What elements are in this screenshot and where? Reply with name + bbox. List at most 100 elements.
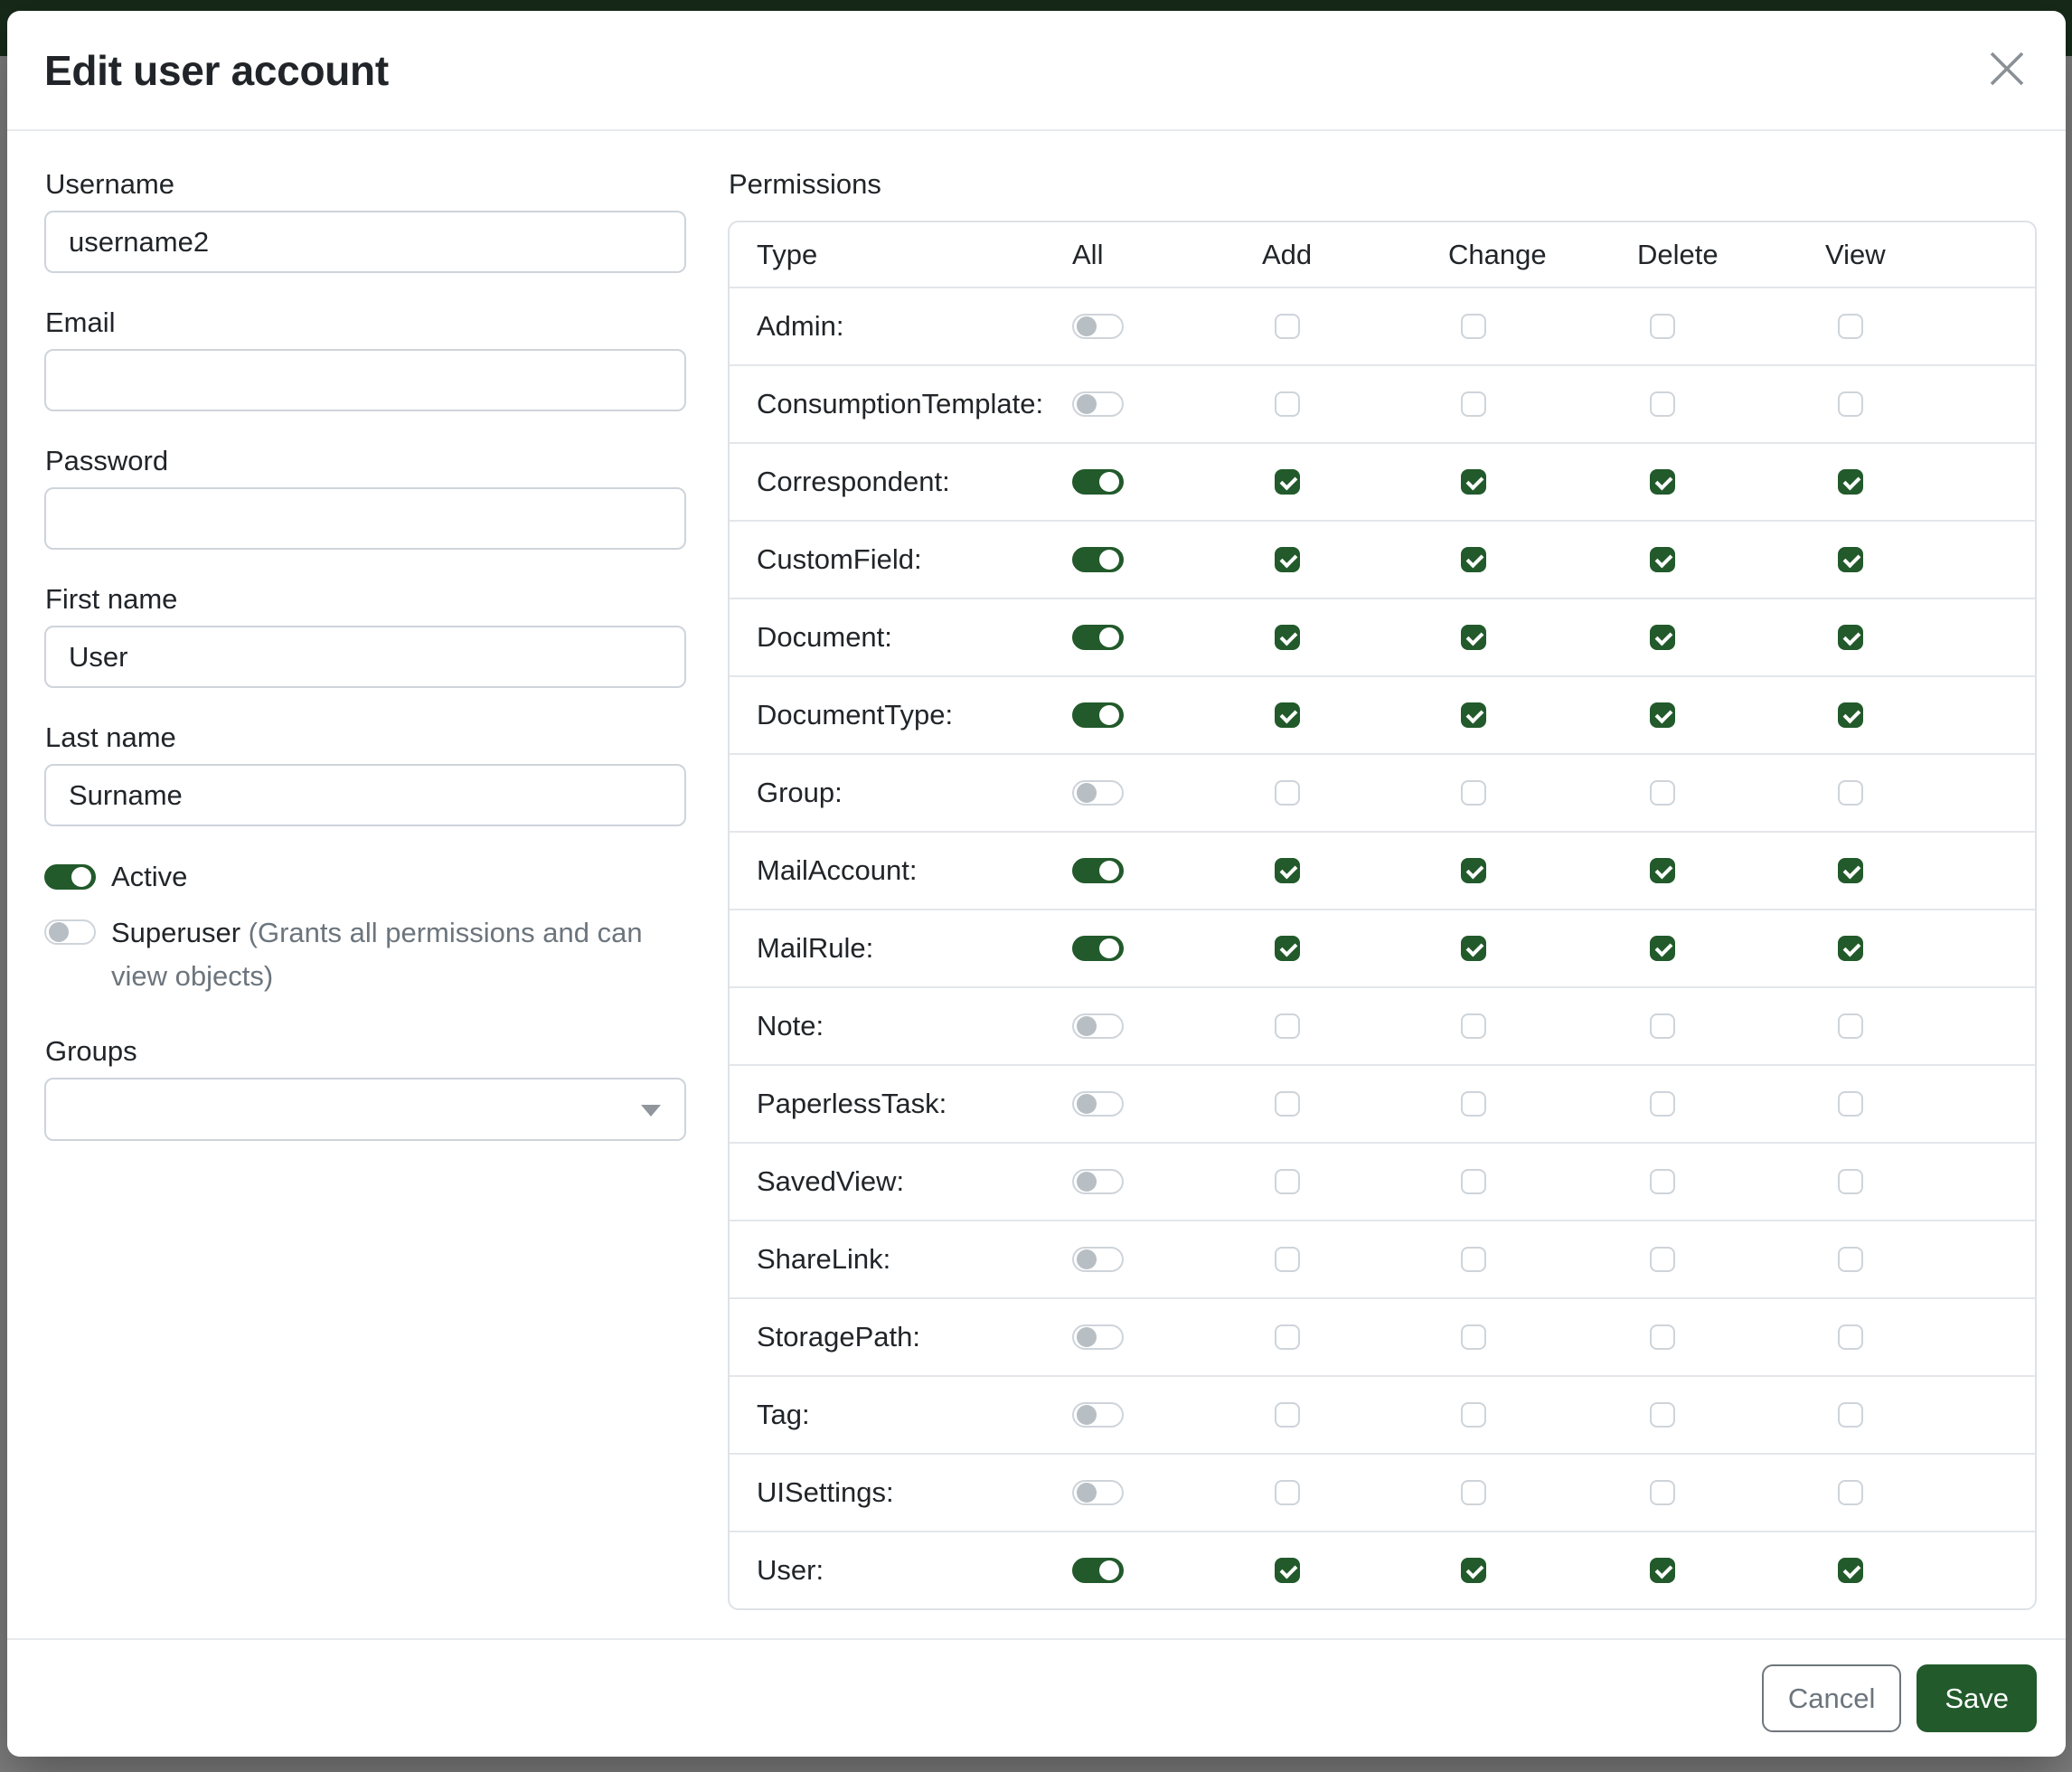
add-checkbox[interactable]	[1275, 547, 1300, 572]
delete-checkbox[interactable]	[1650, 1091, 1675, 1117]
email-field[interactable]	[44, 349, 686, 411]
dialog-body: Username Email Password First name Last …	[7, 131, 2066, 1610]
view-checkbox[interactable]	[1838, 1480, 1863, 1505]
delete-checkbox[interactable]	[1650, 1324, 1675, 1350]
change-checkbox[interactable]	[1461, 1324, 1486, 1350]
delete-checkbox[interactable]	[1650, 547, 1675, 572]
change-checkbox[interactable]	[1461, 391, 1486, 417]
change-checkbox[interactable]	[1461, 1091, 1486, 1117]
all-toggle[interactable]	[1072, 1013, 1124, 1039]
add-checkbox[interactable]	[1275, 1324, 1300, 1350]
add-checkbox[interactable]	[1275, 391, 1300, 417]
all-toggle[interactable]	[1072, 547, 1124, 572]
groups-select[interactable]	[44, 1078, 686, 1141]
delete-checkbox[interactable]	[1650, 858, 1675, 883]
all-toggle[interactable]	[1072, 1091, 1124, 1117]
view-checkbox[interactable]	[1838, 936, 1863, 961]
view-checkbox[interactable]	[1838, 625, 1863, 650]
delete-checkbox[interactable]	[1650, 625, 1675, 650]
all-toggle[interactable]	[1072, 858, 1124, 883]
delete-checkbox[interactable]	[1650, 1558, 1675, 1583]
all-toggle[interactable]	[1072, 1558, 1124, 1583]
change-checkbox[interactable]	[1461, 469, 1486, 495]
add-checkbox[interactable]	[1275, 1169, 1300, 1194]
last-name-field[interactable]	[44, 764, 686, 826]
superuser-toggle[interactable]	[44, 919, 96, 945]
delete-checkbox[interactable]	[1650, 1169, 1675, 1194]
delete-checkbox[interactable]	[1650, 936, 1675, 961]
add-checkbox[interactable]	[1275, 780, 1300, 806]
view-checkbox[interactable]	[1838, 314, 1863, 339]
delete-checkbox[interactable]	[1650, 1247, 1675, 1272]
change-checkbox[interactable]	[1461, 1402, 1486, 1428]
delete-checkbox[interactable]	[1650, 702, 1675, 728]
all-toggle[interactable]	[1072, 469, 1124, 495]
all-toggle[interactable]	[1072, 1402, 1124, 1428]
change-checkbox[interactable]	[1461, 1558, 1486, 1583]
add-checkbox[interactable]	[1275, 1091, 1300, 1117]
change-checkbox[interactable]	[1461, 1480, 1486, 1505]
view-checkbox[interactable]	[1838, 1013, 1863, 1039]
change-checkbox[interactable]	[1461, 547, 1486, 572]
add-checkbox[interactable]	[1275, 314, 1300, 339]
all-toggle[interactable]	[1072, 1324, 1124, 1350]
change-checkbox[interactable]	[1461, 858, 1486, 883]
add-checkbox[interactable]	[1275, 702, 1300, 728]
change-checkbox[interactable]	[1461, 314, 1486, 339]
all-toggle[interactable]	[1072, 391, 1124, 417]
cancel-button[interactable]: Cancel	[1762, 1664, 1902, 1732]
view-checkbox[interactable]	[1838, 469, 1863, 495]
view-checkbox[interactable]	[1838, 858, 1863, 883]
view-checkbox[interactable]	[1838, 1247, 1863, 1272]
all-toggle[interactable]	[1072, 1247, 1124, 1272]
first-name-field[interactable]	[44, 626, 686, 688]
view-checkbox[interactable]	[1838, 1402, 1863, 1428]
all-toggle[interactable]	[1072, 314, 1124, 339]
change-checkbox[interactable]	[1461, 1013, 1486, 1039]
username-field[interactable]	[44, 211, 686, 273]
view-checkbox[interactable]	[1838, 547, 1863, 572]
all-toggle[interactable]	[1072, 1169, 1124, 1194]
all-toggle[interactable]	[1072, 936, 1124, 961]
all-toggle[interactable]	[1072, 780, 1124, 806]
save-button[interactable]: Save	[1917, 1664, 2037, 1732]
column-header-add: Add	[1262, 239, 1448, 271]
add-checkbox[interactable]	[1275, 936, 1300, 961]
change-checkbox[interactable]	[1461, 702, 1486, 728]
all-toggle[interactable]	[1072, 702, 1124, 728]
view-checkbox[interactable]	[1838, 780, 1863, 806]
password-field[interactable]	[44, 487, 686, 550]
change-checkbox[interactable]	[1461, 1247, 1486, 1272]
change-checkbox[interactable]	[1461, 625, 1486, 650]
permission-row: User:	[730, 1531, 2035, 1608]
view-checkbox[interactable]	[1838, 1091, 1863, 1117]
delete-checkbox[interactable]	[1650, 1402, 1675, 1428]
all-toggle[interactable]	[1072, 625, 1124, 650]
view-checkbox[interactable]	[1838, 1558, 1863, 1583]
add-checkbox[interactable]	[1275, 1558, 1300, 1583]
view-checkbox[interactable]	[1838, 1324, 1863, 1350]
add-checkbox[interactable]	[1275, 1402, 1300, 1428]
add-checkbox[interactable]	[1275, 1247, 1300, 1272]
view-checkbox[interactable]	[1838, 702, 1863, 728]
add-checkbox[interactable]	[1275, 469, 1300, 495]
change-checkbox[interactable]	[1461, 780, 1486, 806]
delete-checkbox[interactable]	[1650, 1013, 1675, 1039]
view-checkbox[interactable]	[1838, 1169, 1863, 1194]
superuser-row: Superuser (Grants all permissions and ca…	[44, 911, 686, 998]
delete-checkbox[interactable]	[1650, 391, 1675, 417]
change-checkbox[interactable]	[1461, 1169, 1486, 1194]
add-checkbox[interactable]	[1275, 858, 1300, 883]
delete-checkbox[interactable]	[1650, 469, 1675, 495]
active-toggle[interactable]	[44, 864, 96, 890]
delete-checkbox[interactable]	[1650, 1480, 1675, 1505]
delete-checkbox[interactable]	[1650, 780, 1675, 806]
add-checkbox[interactable]	[1275, 1013, 1300, 1039]
delete-checkbox[interactable]	[1650, 314, 1675, 339]
change-checkbox[interactable]	[1461, 936, 1486, 961]
all-toggle[interactable]	[1072, 1480, 1124, 1505]
close-button[interactable]	[1983, 46, 2031, 95]
view-checkbox[interactable]	[1838, 391, 1863, 417]
add-checkbox[interactable]	[1275, 1480, 1300, 1505]
add-checkbox[interactable]	[1275, 625, 1300, 650]
